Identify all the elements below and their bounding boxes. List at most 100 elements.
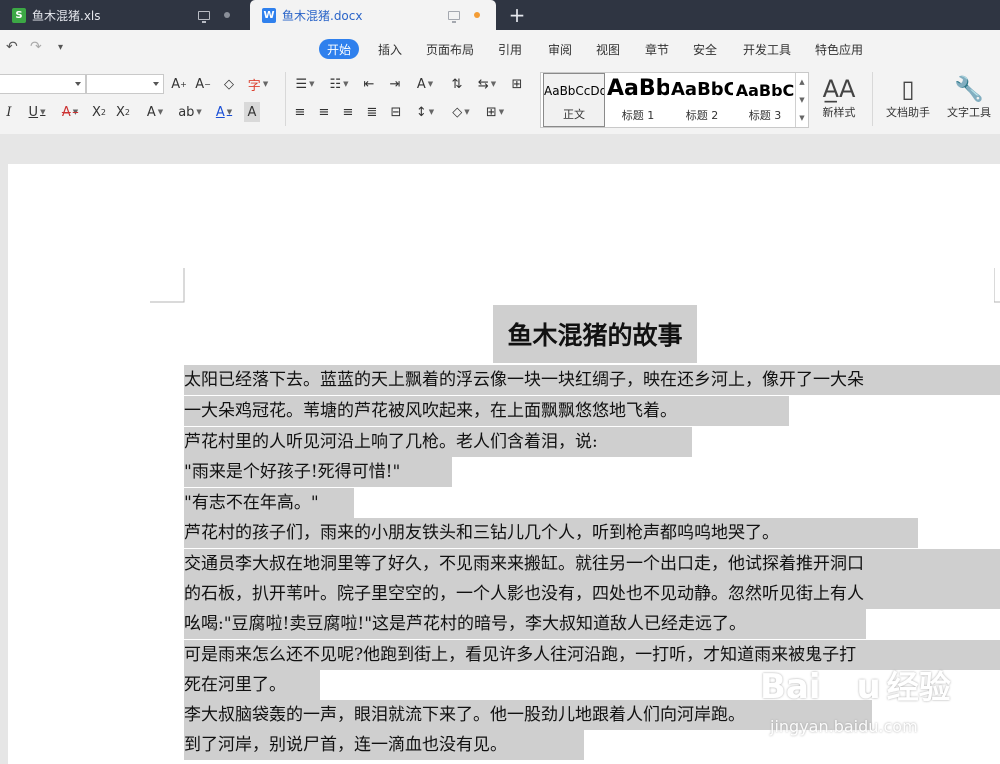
paragraph-line[interactable]: 的石板，扒开苇叶。院子里空空的，一个人影也没有，四处也不见动静。忽然听见街上有人	[184, 579, 1000, 609]
menu-insert[interactable]: 插入	[370, 39, 410, 59]
redo-icon[interactable]: ↷	[30, 39, 42, 55]
style-sample: AaBbC	[671, 79, 733, 100]
shading-icon[interactable]: ◇ ▼	[448, 102, 474, 122]
menu-review[interactable]: 审阅	[540, 39, 580, 59]
doc-assistant-label: 文档助手	[886, 106, 930, 119]
tab-bar: S 鱼木混猪.xls W 鱼木混猪.docx +	[0, 0, 1000, 30]
align-left-icon[interactable]: ≡	[292, 102, 308, 122]
monitor-icon[interactable]	[198, 10, 210, 23]
table-grid-icon[interactable]: ⊞	[508, 74, 526, 94]
new-style-label: 新样式	[822, 106, 856, 119]
font-size-select[interactable]	[86, 74, 164, 94]
paragraph-line[interactable]: "有志不在年高。"	[184, 488, 354, 518]
expand-gallery-icon[interactable]: ▼	[799, 114, 804, 122]
bullet-list-icon[interactable]: ☰ ▼	[292, 74, 318, 94]
doc-assistant-icon: ▯	[901, 75, 915, 103]
subscript-icon[interactable]: X2	[114, 102, 132, 122]
menu-page-layout[interactable]: 页面布局	[418, 39, 482, 59]
ribbon: A + A − ◇ 字 ▼ I U ▼ A ▼ X2 X2 A ▼ ab ▼ A ▼ A ☰ ▼ …	[0, 66, 1000, 135]
menu-home[interactable]: 开始	[319, 39, 360, 59]
style-label: 正文	[563, 108, 585, 121]
grow-font-icon[interactable]: A +	[170, 74, 188, 94]
font-color-icon[interactable]: A ▼	[210, 102, 238, 122]
baidu-watermark: Bai u 经验	[760, 662, 951, 708]
divider	[872, 72, 873, 126]
menu-references[interactable]: 引用	[490, 39, 530, 59]
tab-title: 鱼木混猪.xls	[32, 8, 101, 23]
font-name-select[interactable]	[0, 74, 86, 94]
sort-icon[interactable]: ⇅	[448, 74, 466, 94]
paragraph-line[interactable]: 交通员李大叔在地洞里等了好久，不见雨来来搬缸。就往另一个出口走，他试探着推开洞口	[184, 549, 1000, 579]
style-heading-1[interactable]: AaBb 标题 1	[607, 73, 669, 127]
menu-bar: ↶ ↷ ▾ 开始 插入 页面布局 引用 审阅 视图 章节 安全 开发工具 特色应…	[0, 30, 1000, 66]
paragraph-line[interactable]: 死在河里了。	[184, 670, 320, 700]
document-title[interactable]: 鱼木混猪的故事	[493, 305, 697, 363]
paragraph-line[interactable]: 到了河岸，别说尸首，连一滴血也没有见。	[184, 730, 584, 760]
watermark-brand: Bai	[760, 667, 821, 707]
new-style-icon: A̲A	[822, 75, 856, 103]
show-marks-icon[interactable]: ⇆ ▼	[474, 74, 500, 94]
status-dot	[224, 12, 230, 18]
margin-corner-mark	[994, 268, 1000, 303]
scroll-down-icon[interactable]: ▼	[799, 96, 804, 104]
paragraph-line[interactable]: "雨来是个好孩子!死得可惜!"	[184, 457, 452, 487]
customize-icon[interactable]: ▾	[58, 42, 63, 53]
margin-corner-mark	[150, 268, 185, 303]
document-canvas[interactable]: 鱼木混猪的故事 太阳已经落下去。蓝蓝的天上飘着的浮云像一块一块红绸子，映在还乡河…	[0, 134, 1000, 764]
numbered-list-icon[interactable]: ☷ ▼	[326, 74, 352, 94]
style-sample: AaBbC	[735, 81, 795, 100]
italic-icon[interactable]: I	[2, 102, 16, 122]
decrease-indent-icon[interactable]: ⇤	[360, 74, 378, 94]
text-effect-icon[interactable]: A ▼	[142, 102, 168, 122]
paragraph-line[interactable]: 芦花村的孩子们，雨来的小朋友铁头和三钻儿几个人，听到枪声都呜呜地哭了。	[184, 518, 918, 548]
new-tab-button[interactable]: +	[505, 2, 529, 28]
gallery-scroller[interactable]: ▲ ▼ ▼	[795, 73, 808, 127]
underline-icon[interactable]: U ▼	[24, 102, 50, 122]
shrink-font-icon[interactable]: A −	[194, 74, 212, 94]
line-spacing-icon[interactable]: ↕ ▼	[412, 102, 438, 122]
monitor-icon[interactable]	[448, 10, 460, 23]
undo-icon[interactable]: ↶	[6, 39, 18, 55]
watermark-brand-tail: u	[856, 667, 881, 707]
distribute-icon[interactable]: ⊟	[388, 102, 404, 122]
paragraph-line[interactable]: 芦花村里的人听见河沿上响了几枪。老人们含着泪，说:	[184, 427, 692, 457]
phonetic-guide-icon[interactable]: 字 ▼	[246, 74, 270, 94]
tab-title: 鱼木混猪.docx	[282, 8, 363, 23]
style-normal[interactable]: AaBbCcDd 正文	[543, 73, 605, 127]
align-right-icon[interactable]: ≡	[340, 102, 356, 122]
menu-special[interactable]: 特色应用	[807, 39, 871, 59]
increase-indent-icon[interactable]: ⇥	[386, 74, 404, 94]
highlight-icon[interactable]: ab ▼	[176, 102, 204, 122]
writer-doc-icon: W	[262, 7, 276, 23]
paragraph-line[interactable]: 太阳已经落下去。蓝蓝的天上飘着的浮云像一块一块红绸子，映在还乡河上，像开了一大朵	[184, 365, 1000, 395]
style-label: 标题 1	[621, 109, 655, 122]
menu-sections[interactable]: 章节	[637, 39, 677, 59]
wrench-icon: 🔧	[954, 75, 984, 103]
paragraph-line[interactable]: 一大朵鸡冠花。苇塘的芦花被风吹起来，在上面飘飘悠悠地飞着。	[184, 396, 789, 426]
align-center-icon[interactable]: ≡	[316, 102, 332, 122]
paragraph-line[interactable]: 吆喝:"豆腐啦!卖豆腐啦!"这是芦花村的暗号，李大叔知道敌人已经走远了。	[184, 609, 866, 639]
style-heading-2[interactable]: AaBbC 标题 2	[671, 73, 733, 127]
text-direction-icon[interactable]: A ▼	[412, 74, 438, 94]
text-tools-button[interactable]: 🔧 文字工具	[938, 74, 1000, 126]
tab-docx[interactable]: W 鱼木混猪.docx	[250, 0, 496, 30]
justify-icon[interactable]: ≣	[364, 102, 380, 122]
style-heading-3[interactable]: AaBbC 标题 3	[735, 73, 795, 127]
menu-security[interactable]: 安全	[685, 39, 725, 59]
char-shading-icon[interactable]: A	[244, 102, 260, 122]
new-style-button[interactable]: A̲A 新样式	[814, 74, 864, 126]
menu-developer[interactable]: 开发工具	[735, 39, 799, 59]
spreadsheet-icon: S	[12, 7, 26, 23]
superscript-icon[interactable]: X2	[90, 102, 108, 122]
tab-xls[interactable]: S 鱼木混猪.xls	[0, 0, 246, 30]
clear-format-icon[interactable]: ◇	[220, 74, 238, 94]
menu-view[interactable]: 视图	[588, 39, 628, 59]
watermark-site: jingyan.baidu.com	[770, 717, 918, 736]
borders-icon[interactable]: ⊞ ▼	[482, 102, 508, 122]
strikethrough-icon[interactable]: A ▼	[56, 102, 84, 122]
text-tools-label: 文字工具	[947, 106, 991, 119]
watermark-cn: 经验	[886, 668, 951, 706]
scroll-up-icon[interactable]: ▲	[799, 78, 804, 86]
style-sample: AaBbCcDd	[544, 84, 604, 98]
doc-assistant-button[interactable]: ▯ 文档助手	[880, 74, 936, 126]
